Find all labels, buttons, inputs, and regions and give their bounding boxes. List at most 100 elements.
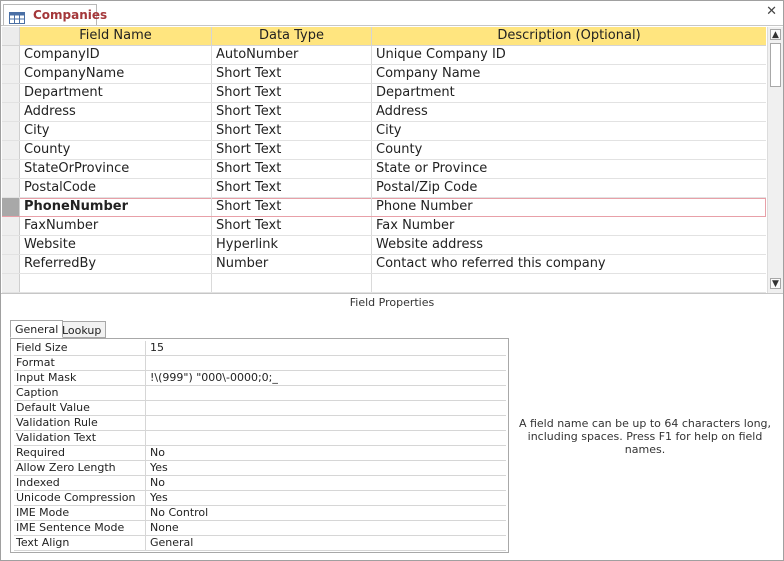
data-type-cell[interactable]: Short Text — [212, 160, 372, 178]
property-value[interactable]: Yes — [148, 461, 504, 475]
data-type-cell[interactable]: Short Text — [212, 122, 372, 140]
row-selector[interactable] — [2, 274, 20, 292]
property-value[interactable] — [148, 431, 504, 445]
select-all-corner[interactable] — [2, 27, 20, 45]
close-icon[interactable]: ✕ — [766, 4, 777, 20]
data-type-cell[interactable]: Short Text — [212, 198, 372, 216]
description-cell[interactable]: Company Name — [372, 65, 766, 83]
table-row[interactable]: ReferredBy Number Contact who referred thi… — [2, 255, 766, 274]
row-selector[interactable] — [2, 198, 20, 216]
table-row[interactable]: CompanyName Short Text Company Name — [2, 65, 766, 84]
field-name-cell[interactable] — [20, 274, 212, 292]
property-value[interactable]: !\(999") "000\-0000;0;_ — [148, 371, 504, 385]
property-value[interactable]: 15 — [148, 341, 504, 355]
table-row[interactable]: Address Short Text Address — [2, 103, 766, 122]
field-name-cell[interactable]: Website — [20, 236, 212, 254]
property-value[interactable]: No — [148, 476, 504, 490]
data-type-cell[interactable]: Short Text — [212, 141, 372, 159]
table-row[interactable]: City Short Text City — [2, 122, 766, 141]
column-header-field-name[interactable]: Field Name — [20, 27, 212, 45]
scrollbar-thumb[interactable] — [770, 43, 781, 87]
property-row: Validation Rule — [14, 416, 506, 431]
property-value[interactable] — [148, 401, 504, 415]
data-type-cell[interactable] — [212, 274, 372, 292]
field-name-cell[interactable]: CompanyName — [20, 65, 212, 83]
table-row[interactable]: Department Short Text Department — [2, 84, 766, 103]
description-cell[interactable]: Phone Number — [372, 198, 766, 216]
scroll-down-icon[interactable]: ▼ — [770, 278, 781, 289]
property-row: IME Sentence Mode None — [14, 521, 506, 536]
description-cell[interactable]: Contact who referred this company — [372, 255, 766, 273]
column-header-description[interactable]: Description (Optional) — [372, 27, 766, 45]
data-type-cell[interactable]: Short Text — [212, 84, 372, 102]
description-cell[interactable]: Website address — [372, 236, 766, 254]
table-row[interactable]: County Short Text County — [2, 141, 766, 160]
row-selector[interactable] — [2, 84, 20, 102]
property-value[interactable]: No Control — [148, 506, 504, 520]
field-name-cell[interactable]: Department — [20, 84, 212, 102]
property-value[interactable]: None — [148, 521, 504, 535]
data-type-cell[interactable]: Short Text — [212, 103, 372, 121]
description-cell[interactable]: Address — [372, 103, 766, 121]
table-row[interactable] — [2, 274, 766, 293]
field-name-cell[interactable]: PhoneNumber — [20, 198, 212, 216]
vertical-scrollbar[interactable]: ▲ ▼ — [767, 27, 783, 293]
field-name-cell[interactable]: City — [20, 122, 212, 140]
data-type-cell[interactable]: Number — [212, 255, 372, 273]
field-name-cell[interactable]: FaxNumber — [20, 217, 212, 235]
row-selector[interactable] — [2, 236, 20, 254]
row-selector[interactable] — [2, 255, 20, 273]
property-value[interactable] — [148, 416, 504, 430]
scroll-up-icon[interactable]: ▲ — [770, 29, 781, 40]
field-name-cell[interactable]: County — [20, 141, 212, 159]
description-cell[interactable]: Department — [372, 84, 766, 102]
property-row: Required No — [14, 446, 506, 461]
data-type-cell[interactable]: Short Text — [212, 179, 372, 197]
description-cell[interactable]: State or Province — [372, 160, 766, 178]
property-row: IME Mode No Control — [14, 506, 506, 521]
table-row[interactable]: PhoneNumber Short Text Phone Number — [2, 198, 766, 217]
data-type-cell[interactable]: AutoNumber — [212, 46, 372, 64]
property-value[interactable]: No — [148, 446, 504, 460]
tab-general[interactable]: General — [10, 320, 64, 338]
description-cell[interactable]: City — [372, 122, 766, 140]
description-cell[interactable] — [372, 274, 766, 292]
property-value[interactable]: General — [148, 536, 504, 550]
document-tab-companies[interactable]: Companies — [3, 4, 107, 26]
table-row[interactable]: PostalCode Short Text Postal/Zip Code — [2, 179, 766, 198]
description-cell[interactable]: Fax Number — [372, 217, 766, 235]
row-selector[interactable] — [2, 217, 20, 235]
table-row[interactable]: Website Hyperlink Website address — [2, 236, 766, 255]
table-row[interactable]: StateOrProvince Short Text State or Provin… — [2, 160, 766, 179]
description-cell[interactable]: Unique Company ID — [372, 46, 766, 64]
description-cell[interactable]: County — [372, 141, 766, 159]
property-value[interactable] — [148, 386, 504, 400]
tab-lookup[interactable]: Lookup — [57, 321, 107, 338]
field-name-cell[interactable]: CompanyID — [20, 46, 212, 64]
table-design-window: Companies ✕ Field Name Data Type Descrip… — [0, 0, 784, 561]
property-label: Input Mask — [14, 371, 146, 385]
column-header-data-type[interactable]: Data Type — [212, 27, 372, 45]
table-row[interactable]: CompanyID AutoNumber Unique Company ID — [2, 46, 766, 65]
field-name-cell[interactable]: PostalCode — [20, 179, 212, 197]
description-cell[interactable]: Postal/Zip Code — [372, 179, 766, 197]
property-label: Format — [14, 356, 146, 370]
table-row[interactable]: FaxNumber Short Text Fax Number — [2, 217, 766, 236]
row-selector[interactable] — [2, 160, 20, 178]
row-selector[interactable] — [2, 46, 20, 64]
data-type-cell[interactable]: Hyperlink — [212, 236, 372, 254]
field-properties-divider — [1, 293, 783, 294]
data-type-cell[interactable]: Short Text — [212, 65, 372, 83]
field-name-cell[interactable]: Address — [20, 103, 212, 121]
row-selector[interactable] — [2, 179, 20, 197]
property-value[interactable]: Yes — [148, 491, 504, 505]
row-selector[interactable] — [2, 65, 20, 83]
field-name-cell[interactable]: ReferredBy — [20, 255, 212, 273]
data-type-cell[interactable]: Short Text — [212, 217, 372, 235]
row-selector[interactable] — [2, 122, 20, 140]
row-selector[interactable] — [2, 141, 20, 159]
row-selector[interactable] — [2, 103, 20, 121]
document-tab-title: Companies — [33, 8, 108, 22]
field-name-cell[interactable]: StateOrProvince — [20, 160, 212, 178]
property-value[interactable] — [148, 356, 504, 370]
